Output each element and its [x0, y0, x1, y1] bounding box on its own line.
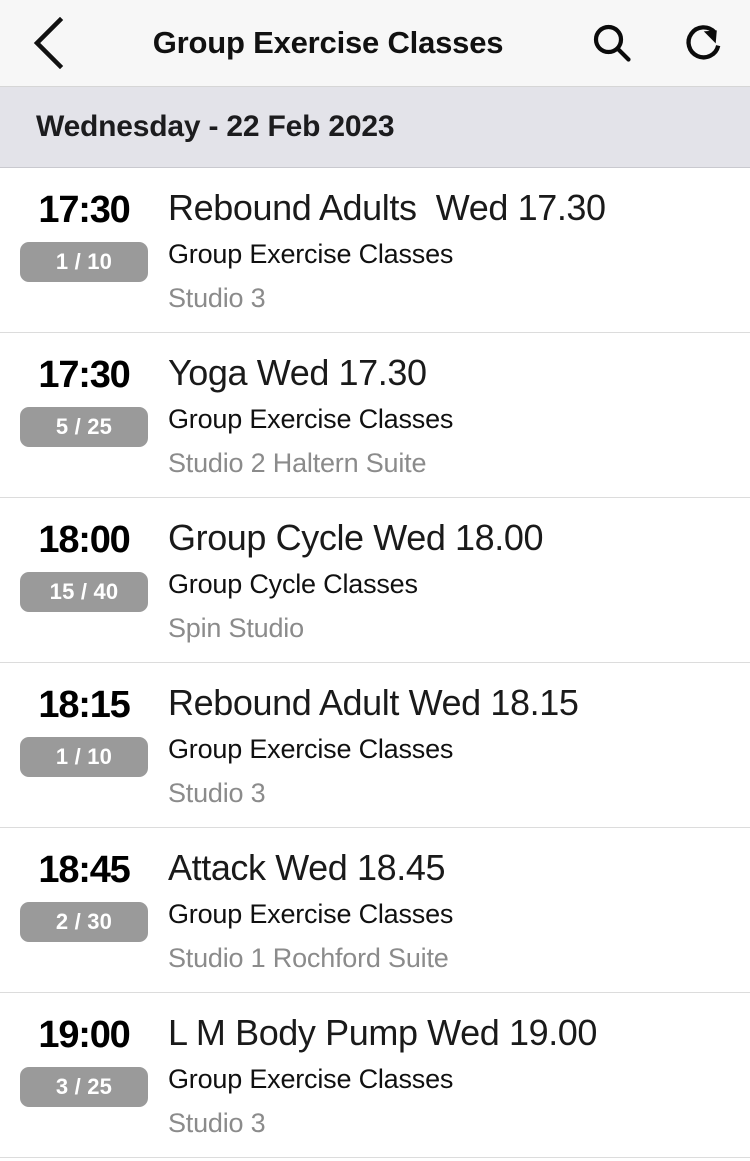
class-location: Spin Studio: [168, 613, 304, 643]
class-capacity-badge: 3 / 25: [20, 1067, 148, 1107]
date-label: Wednesday - 22 Feb 2023: [36, 110, 395, 143]
class-list: 17:30 1 / 10 Rebound Adults Wed 17.30 Gr…: [0, 168, 750, 1158]
class-location: Studio 3: [168, 778, 266, 808]
class-category: Group Exercise Classes: [168, 734, 454, 764]
class-location: Studio 2 Haltern Suite: [168, 448, 427, 478]
class-capacity-badge: 15 / 40: [20, 572, 148, 612]
class-title: L M Body Pump Wed 19.00: [168, 1012, 598, 1053]
class-title: Group Cycle Wed 18.00: [168, 517, 544, 558]
class-location: Studio 3: [168, 283, 266, 313]
navigation-bar: Group Exercise Classes: [0, 0, 750, 87]
class-location: Studio 1 Rochford Suite: [168, 943, 449, 973]
class-category: Group Exercise Classes: [168, 899, 454, 929]
class-time: 18:45: [38, 849, 130, 891]
class-list-item[interactable]: 18:45 2 / 30 Attack Wed 18.45 Group Exer…: [0, 828, 750, 993]
refresh-icon: [681, 20, 727, 66]
class-list-item[interactable]: 18:15 1 / 10 Rebound Adult Wed 18.15 Gro…: [0, 663, 750, 828]
class-list-item[interactable]: 17:30 1 / 10 Rebound Adults Wed 17.30 Gr…: [0, 168, 750, 333]
class-time-column: 18:15 1 / 10: [0, 679, 168, 777]
search-icon: [590, 21, 634, 65]
class-details-column: L M Body Pump Wed 19.00 Group Exercise C…: [168, 1009, 750, 1145]
class-title: Rebound Adults Wed 17.30: [168, 187, 606, 228]
class-schedule-screen: Group Exercise Classes Wednesday - 22 Fe…: [0, 0, 750, 1161]
class-details-column: Yoga Wed 17.30 Group Exercise Classes St…: [168, 349, 750, 485]
chevron-left-icon: [31, 17, 65, 69]
class-time: 18:00: [38, 519, 130, 561]
class-time: 17:30: [38, 189, 130, 231]
class-time: 17:30: [38, 354, 130, 396]
back-button[interactable]: [0, 0, 96, 87]
class-details-column: Group Cycle Wed 18.00 Group Cycle Classe…: [168, 514, 750, 650]
class-time: 19:00: [38, 1014, 130, 1056]
class-capacity-badge: 5 / 25: [20, 407, 148, 447]
search-button[interactable]: [566, 0, 658, 87]
class-time-column: 19:00 3 / 25: [0, 1009, 168, 1107]
class-category: Group Exercise Classes: [168, 239, 454, 269]
class-details-column: Attack Wed 18.45 Group Exercise Classes …: [168, 844, 750, 980]
class-time-column: 17:30 5 / 25: [0, 349, 168, 447]
page-title: Group Exercise Classes: [152, 25, 504, 60]
navbar-actions: [566, 0, 750, 87]
class-details-column: Rebound Adults Wed 17.30 Group Exercise …: [168, 184, 750, 320]
class-time: 18:15: [38, 684, 130, 726]
class-list-item[interactable]: 18:00 15 / 40 Group Cycle Wed 18.00 Grou…: [0, 498, 750, 663]
class-title: Rebound Adult Wed 18.15: [168, 682, 579, 723]
date-section-header: Wednesday - 22 Feb 2023: [0, 87, 750, 168]
refresh-button[interactable]: [658, 0, 750, 87]
class-time-column: 17:30 1 / 10: [0, 184, 168, 282]
class-title: Yoga Wed 17.30: [168, 352, 427, 393]
class-location: Studio 3: [168, 1108, 266, 1138]
class-time-column: 18:45 2 / 30: [0, 844, 168, 942]
class-capacity-badge: 2 / 30: [20, 902, 148, 942]
class-time-column: 18:00 15 / 40: [0, 514, 168, 612]
class-capacity-badge: 1 / 10: [20, 737, 148, 777]
class-category: Group Exercise Classes: [168, 1064, 454, 1094]
class-category: Group Exercise Classes: [168, 404, 454, 434]
class-details-column: Rebound Adult Wed 18.15 Group Exercise C…: [168, 679, 750, 815]
class-title: Attack Wed 18.45: [168, 847, 446, 888]
class-list-item[interactable]: 19:00 3 / 25 L M Body Pump Wed 19.00 Gro…: [0, 993, 750, 1158]
class-capacity-badge: 1 / 10: [20, 242, 148, 282]
class-list-item[interactable]: 17:30 5 / 25 Yoga Wed 17.30 Group Exerci…: [0, 333, 750, 498]
class-category: Group Cycle Classes: [168, 569, 418, 599]
